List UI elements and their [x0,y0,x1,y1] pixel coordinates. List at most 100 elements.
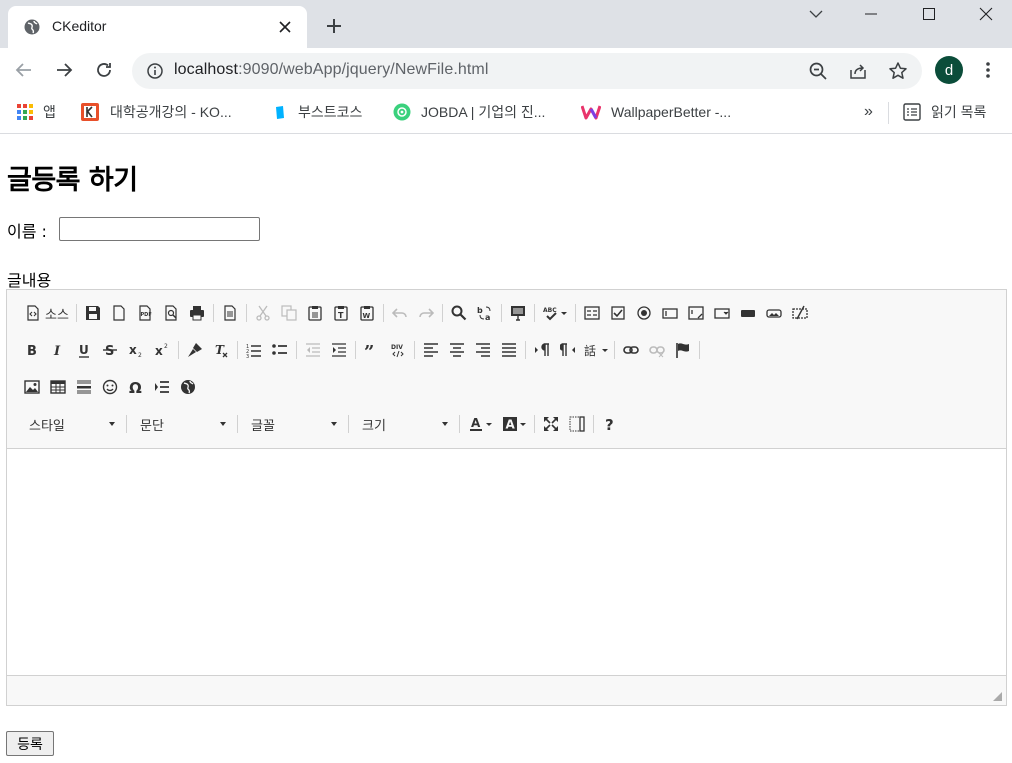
reading-list-button[interactable]: 읽기 목록 [903,101,986,123]
page-break-button[interactable] [149,375,175,399]
undo-button[interactable] [387,301,413,325]
subscript-button[interactable]: x2 [123,338,149,362]
image-button[interactable] [19,375,45,399]
superscript-button[interactable]: x2 [149,338,175,362]
bookmark-jobda[interactable]: JOBDA | 기업의 진... [393,101,545,123]
textarea-button[interactable] [683,301,709,325]
close-window-button[interactable] [958,0,1012,28]
maximize-button[interactable] [901,0,957,28]
copy-button[interactable] [276,301,302,325]
hidden-field-button[interactable] [787,301,813,325]
align-right-button[interactable] [470,338,496,362]
ltr-button[interactable] [529,338,555,362]
show-blocks-button[interactable] [564,412,590,436]
find-button[interactable] [446,301,472,325]
bookmark-wallpaperbetter[interactable]: WallpaperBetter -... [581,101,731,123]
strike-button[interactable]: S [97,338,123,362]
anchor-button[interactable] [670,338,696,362]
radio-button[interactable] [631,301,657,325]
close-tab-icon[interactable] [275,17,295,37]
bookmark-apps[interactable]: 앱 [17,101,56,123]
format-combo[interactable]: 문단 [130,412,234,436]
dropdown-arrow-icon [520,422,526,426]
size-combo[interactable]: 크기 [352,412,456,436]
resize-handle-icon[interactable] [993,692,1002,701]
address-bar[interactable]: localhost:9090/webApp/jquery/NewFile.htm… [132,53,922,89]
source-button[interactable]: 소스 [19,301,73,325]
cut-button[interactable] [250,301,276,325]
name-input[interactable] [59,217,260,241]
outdent-button[interactable] [300,338,326,362]
editor-content-area[interactable] [7,450,1006,675]
share-icon[interactable] [848,61,868,81]
preview-button[interactable] [158,301,184,325]
spellcheck-button[interactable]: ABC [538,301,572,325]
indent-button[interactable] [326,338,352,362]
special-char-button[interactable]: Ω [123,375,149,399]
align-left-button[interactable] [418,338,444,362]
remove-format-button[interactable]: T [208,338,234,362]
about-button[interactable]: ? [597,412,623,436]
submit-button[interactable]: 등록 [6,731,54,756]
form-button[interactable] [579,301,605,325]
back-button[interactable] [12,58,36,82]
text-color-button[interactable]: A [463,412,497,436]
maximize-editor-button[interactable] [538,412,564,436]
print-button[interactable] [184,301,210,325]
new-page-button[interactable] [106,301,132,325]
paste-word-button[interactable]: W [354,301,380,325]
tab-search-button[interactable] [788,0,844,28]
button-button[interactable] [735,301,761,325]
reload-button[interactable] [92,58,116,82]
iframe-button[interactable] [175,375,201,399]
new-tab-icon[interactable] [322,14,346,38]
numbered-list-button[interactable]: 123 [241,338,267,362]
forward-button[interactable] [52,58,76,82]
minimize-button[interactable] [843,0,899,28]
select-all-button[interactable] [505,301,531,325]
textfield-button[interactable] [657,301,683,325]
zoom-out-icon[interactable] [808,61,828,81]
form-icon [584,306,600,320]
paste-button[interactable] [302,301,328,325]
save-button[interactable] [80,301,106,325]
table-button[interactable] [45,375,71,399]
align-center-button[interactable] [444,338,470,362]
paste-text-button[interactable]: T [328,301,354,325]
export-pdf-button[interactable]: PDF [132,301,158,325]
underline-button[interactable]: U [71,338,97,362]
bookmark-star-icon[interactable] [888,61,908,81]
bookmark-kocw[interactable]: 대학공개강의 - KO... [80,101,232,123]
info-icon[interactable] [146,62,164,80]
unlink-button[interactable] [644,338,670,362]
browser-tab[interactable]: CKeditor [8,6,307,48]
font-combo[interactable]: 글꼴 [241,412,345,436]
templates-button[interactable] [217,301,243,325]
horizontal-rule-button[interactable] [71,375,97,399]
italic-button[interactable]: I [45,338,71,362]
smiley-button[interactable] [97,375,123,399]
image-button-button[interactable] [761,301,787,325]
url-text[interactable]: localhost:9090/webApp/jquery/NewFile.htm… [174,61,489,79]
select-button[interactable] [709,301,735,325]
bookmark-boostcourse[interactable]: 부스트코스 [272,101,362,123]
separator [614,341,615,359]
background-color-button[interactable]: A [497,412,531,436]
bold-button[interactable]: B [19,338,45,362]
copy-formatting-button[interactable] [182,338,208,362]
redo-button[interactable] [413,301,439,325]
blockquote-button[interactable]: ” [359,338,385,362]
more-bookmarks-button[interactable]: » [864,101,873,123]
checkbox-button[interactable] [605,301,631,325]
bulleted-list-button[interactable] [267,338,293,362]
replace-button[interactable]: ba [472,301,498,325]
style-combo[interactable]: 스타일 [19,412,123,436]
justify-button[interactable] [496,338,522,362]
link-button[interactable] [618,338,644,362]
more-menu-icon[interactable] [978,60,998,80]
rtl-button[interactable] [555,338,581,362]
print-icon [189,306,204,321]
profile-avatar[interactable]: d [935,56,963,84]
create-div-button[interactable]: DIV [385,338,411,362]
language-button[interactable]: 話 [581,338,611,362]
